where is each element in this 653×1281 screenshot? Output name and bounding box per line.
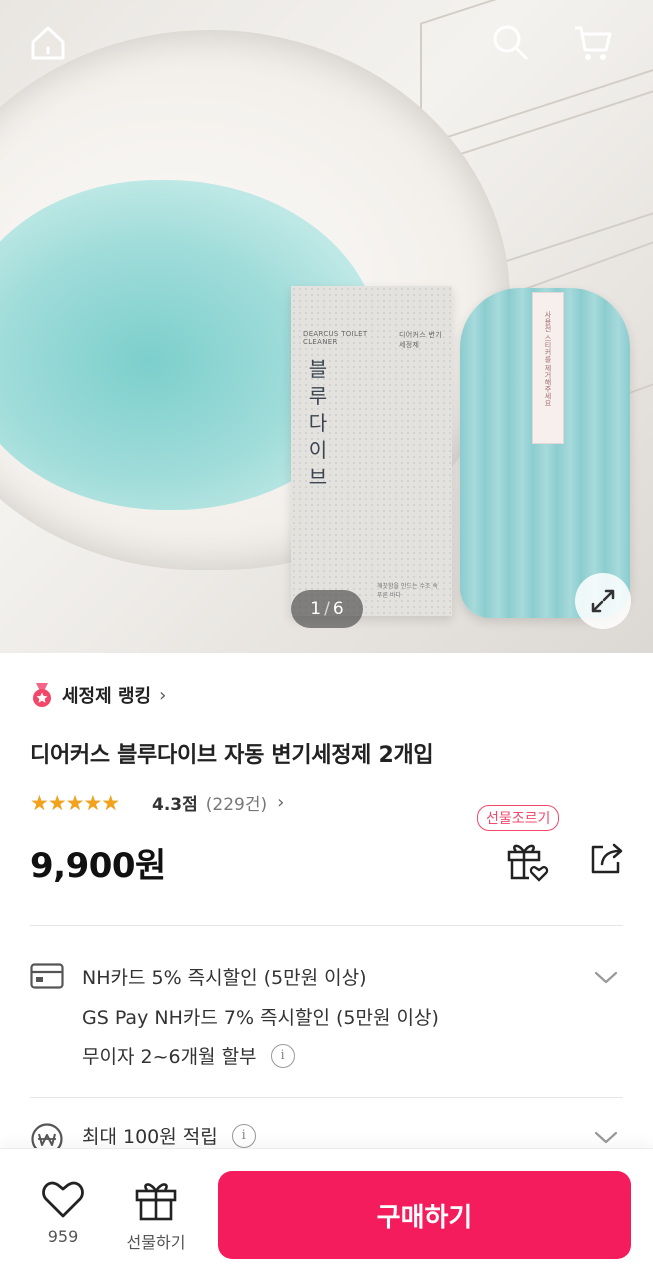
like-button[interactable]: 959 [38, 1179, 88, 1246]
image-counter-separator: / [324, 599, 330, 619]
image-counter-current: 1 [310, 599, 322, 619]
like-count: 959 [47, 1227, 79, 1246]
rating-score: 4.3점 [152, 795, 198, 815]
chevron-right-icon: › [277, 792, 285, 813]
gift-request-badge[interactable]: 선물조르기 [477, 805, 560, 831]
star-rating-fill: ★★★★★ [30, 791, 120, 814]
gift-request-button[interactable] [503, 838, 549, 884]
card-discount-text: NH카드 5% 즉시할인 (5만원 이상) [82, 967, 367, 989]
image-counter: 1 / 6 [291, 590, 363, 628]
box-brand-text: 블루다이브 [308, 357, 328, 489]
share-icon [591, 843, 623, 874]
info-icon[interactable]: i [270, 1043, 295, 1068]
section-divider [30, 1097, 623, 1098]
installment-text: 무이자 2~6개월 할부 [82, 1046, 257, 1068]
expand-icon [591, 589, 615, 613]
info-icon[interactable]: i [231, 1123, 256, 1148]
heart-icon [42, 1181, 84, 1218]
product-image-gallery[interactable]: DEARCUS TOILET CLEANER 디어커스 변기 세정제 블루다이브… [0, 0, 653, 653]
gift-heart-icon [507, 844, 549, 882]
product-box-image: DEARCUS TOILET CLEANER 디어커스 변기 세정제 블루다이브… [291, 286, 452, 616]
chevron-right-icon: › [159, 684, 167, 706]
product-price: 9,900원 [30, 846, 166, 886]
product-bottle-image: 사용전 스티커를 제거해주세요 [460, 288, 630, 618]
product-title: 디어커스 블루다이브 자동 변기세정제 2개입 [30, 743, 434, 768]
search-icon[interactable] [489, 22, 531, 64]
credit-card-icon [30, 963, 64, 989]
box-korean-label: 디어커스 변기 세정제 [399, 331, 442, 349]
box-bottom-text: 깨끗함을 만드는 수조 속 푸른 바다 [377, 583, 438, 599]
review-count: (229건) [205, 795, 268, 815]
points-row: 최대 100원 적립 i [82, 1122, 256, 1149]
bottle-sticker-text: 사용전 스티커를 제거해주세요 [544, 311, 552, 407]
chevron-down-icon[interactable] [593, 1130, 619, 1146]
home-icon[interactable] [27, 22, 69, 64]
gspay-discount-text: GS Pay NH카드 7% 즉시할인 (5만원 이상) [82, 1007, 439, 1029]
chevron-down-icon[interactable] [593, 970, 619, 986]
box-english-label: DEARCUS TOILET CLEANER [303, 330, 368, 346]
star-rating: ★★★★★ ★★★★★ [30, 792, 136, 814]
expand-button[interactable] [575, 573, 631, 629]
ranking-label: 세정제 랭킹 [62, 686, 152, 707]
share-button[interactable] [585, 838, 627, 880]
bottom-action-bar: 959 선물하기 구매하기 [0, 1148, 653, 1281]
image-counter-total: 6 [332, 599, 344, 619]
medal-icon [33, 683, 51, 707]
buy-button[interactable]: 구매하기 [218, 1171, 631, 1259]
points-text: 최대 100원 적립 [82, 1126, 218, 1148]
gift-icon [135, 1183, 177, 1221]
rating-link[interactable]: ★★★★★ ★★★★★ 4.3점 (229건) › [30, 790, 285, 816]
cart-icon[interactable] [572, 22, 614, 64]
section-divider [30, 925, 623, 926]
category-ranking-link[interactable]: 세정제 랭킹 › [30, 682, 166, 708]
installment-row: 무이자 2~6개월 할부 i [82, 1042, 295, 1069]
bottle-sticker: 사용전 스티커를 제거해주세요 [532, 292, 564, 444]
gift-button[interactable]: 선물하기 [118, 1179, 194, 1253]
gift-button-label: 선물하기 [126, 1233, 186, 1252]
